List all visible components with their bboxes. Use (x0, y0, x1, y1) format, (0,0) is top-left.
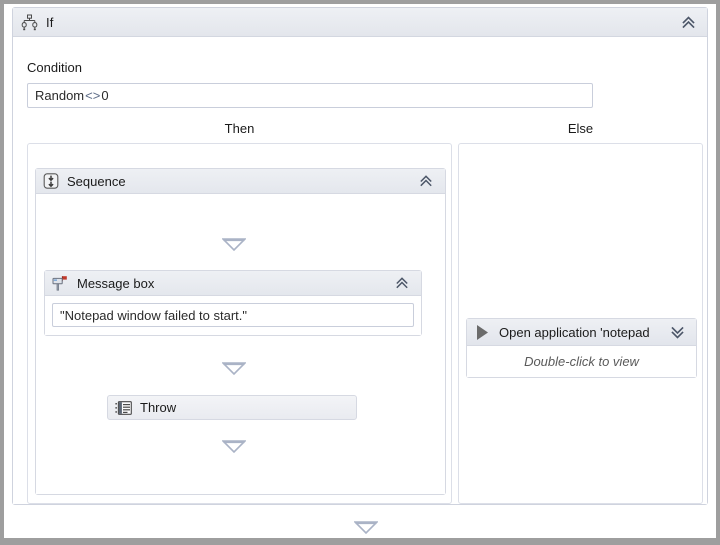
condition-label: Condition (27, 60, 82, 75)
sequence-activity-card: Sequence Message box "Notepad window fai… (35, 168, 446, 495)
open-application-body[interactable]: Double-click to view (467, 346, 696, 377)
sequence-header[interactable]: Sequence (36, 169, 445, 194)
sequence-collapse-button[interactable] (416, 171, 436, 191)
else-branch-label: Else (567, 121, 594, 136)
message-box-title: Message box (77, 275, 155, 291)
throw-icon (115, 400, 132, 415)
drop-triangle-icon-1[interactable] (221, 238, 247, 252)
open-application-title: Open application 'notepad (499, 324, 650, 340)
if-collapse-button[interactable] (678, 12, 698, 32)
drop-triangle-icon-3[interactable] (221, 440, 247, 454)
drop-triangle-icon-footer[interactable] (353, 521, 379, 535)
if-activity-body: Condition Random <> 0 Then Else Sequence… (13, 37, 707, 504)
play-triangle-icon (475, 324, 490, 341)
else-branch-panel[interactable]: Open application 'notepad Double-click t… (458, 143, 703, 504)
message-box-activity-card: Message box "Notepad window failed to st (44, 270, 422, 336)
mailbox-icon (52, 275, 69, 291)
then-branch-label: Then (224, 121, 255, 136)
condition-operand-left: Random (35, 88, 85, 103)
sequence-title: Sequence (67, 173, 126, 189)
condition-operator: <> (85, 88, 101, 103)
if-activity-title: If (46, 14, 54, 30)
if-activity-header[interactable]: If (13, 8, 707, 37)
if-branch-icon (21, 14, 38, 31)
condition-operand-right: 0 (101, 88, 109, 103)
throw-activity-card[interactable]: Throw (107, 395, 357, 420)
open-application-expand-button[interactable] (667, 322, 687, 342)
throw-title: Throw (140, 400, 177, 415)
sequence-body: Message box "Notepad window failed to st (36, 194, 445, 494)
message-box-body: "Notepad window failed to start." (45, 296, 421, 335)
condition-input[interactable]: Random <> 0 (27, 83, 593, 108)
drop-triangle-icon-2[interactable] (221, 362, 247, 376)
open-application-activity-card: Open application 'notepad Double-click t… (466, 318, 697, 378)
screen-root: If Condition Random <> 0 Then Else Seque… (0, 0, 720, 545)
message-box-collapse-button[interactable] (392, 273, 412, 293)
if-activity-card: If Condition Random <> 0 Then Else Seque… (12, 7, 708, 505)
sequence-icon (43, 173, 59, 189)
open-application-header[interactable]: Open application 'notepad (467, 319, 696, 346)
message-box-header[interactable]: Message box (45, 271, 421, 296)
double-click-hint: Double-click to view (524, 354, 639, 369)
message-box-text-input[interactable]: "Notepad window failed to start." (52, 303, 414, 327)
then-branch-panel[interactable]: Sequence Message box "Notepad window fai… (27, 143, 452, 504)
